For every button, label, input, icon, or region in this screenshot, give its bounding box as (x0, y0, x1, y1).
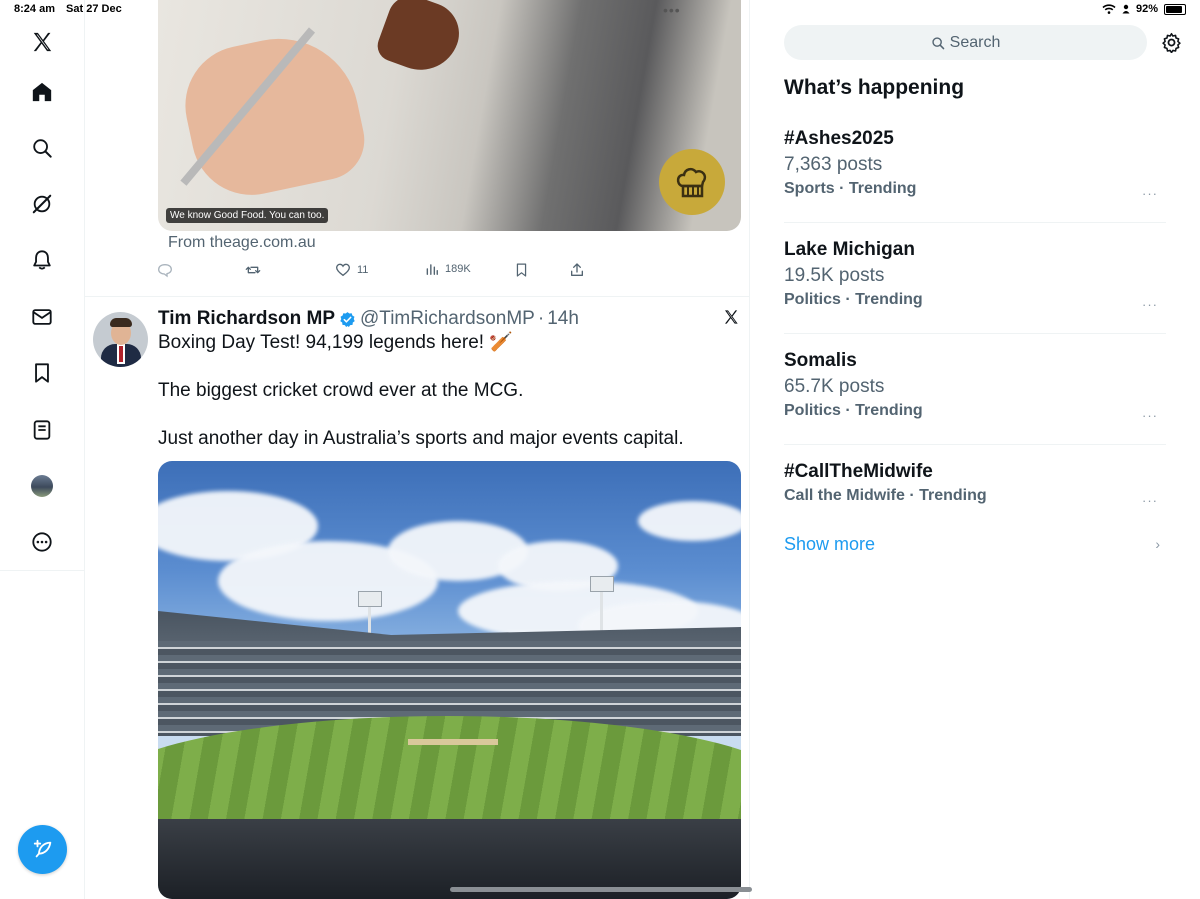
trend-divider (784, 444, 1166, 445)
trend-meta: Sports · Trending (784, 180, 917, 197)
trend-more-icon[interactable]: ··· (1142, 408, 1158, 423)
heart-icon (335, 263, 351, 277)
trend-item[interactable]: Lake Michigan 19.5K posts Politics · Tre… (784, 239, 1166, 312)
post-actions: 11 189K (157, 262, 597, 282)
post-divider (85, 296, 749, 297)
like-button[interactable]: 11 (335, 262, 368, 278)
battery-icon (1164, 3, 1186, 15)
trend-more-icon[interactable]: ··· (1142, 186, 1158, 201)
trend-count: 7,363 posts (784, 154, 883, 175)
repost-icon (245, 266, 261, 274)
trend-count: 19.5K posts (784, 265, 885, 286)
home-icon[interactable] (22, 72, 62, 112)
post-image-stadium[interactable] (158, 461, 741, 899)
bookmark-icon (516, 263, 527, 277)
post-text-line: The biggest cricket crowd ever at the MC… (158, 380, 524, 401)
notifications-bell-icon[interactable] (22, 240, 62, 280)
settings-gear-icon[interactable] (1161, 32, 1182, 58)
chevron-right-icon: › (1155, 536, 1160, 552)
compose-post-button[interactable] (18, 825, 67, 874)
profile-avatar-icon[interactable] (22, 466, 62, 506)
share-upload-icon (571, 263, 583, 276)
bookmark-button[interactable] (514, 262, 529, 278)
x-close-icon[interactable] (723, 309, 739, 330)
timeline[interactable]: ••• We know Good Food. You can too. From… (85, 0, 750, 899)
grok-icon[interactable] (22, 184, 62, 224)
reply-icon (157, 263, 173, 278)
search-placeholder: Search (949, 33, 1001, 51)
header-separator: · (537, 308, 545, 329)
author-name[interactable]: Tim Richardson MP (158, 308, 335, 330)
search-icon (931, 36, 944, 49)
image-caption: We know Good Food. You can too. (166, 208, 329, 223)
trend-item[interactable]: Somalis 65.7K posts Politics · Trending … (784, 350, 1166, 423)
author-avatar[interactable] (93, 312, 148, 367)
nav-divider (0, 570, 84, 571)
trend-item[interactable]: #Ashes2025 7,363 posts Sports · Trending… (784, 128, 1166, 201)
messages-mail-icon[interactable] (22, 297, 62, 337)
status-bar-right: 92% (1102, 3, 1186, 15)
share-button[interactable] (569, 262, 585, 278)
compose-feather-icon (33, 839, 51, 857)
trend-divider (784, 333, 1166, 334)
trend-title: Lake Michigan (784, 239, 915, 260)
author-handle[interactable]: @TimRichardsonMP (360, 308, 535, 330)
trend-more-icon[interactable]: ··· (1142, 493, 1158, 508)
view-count: 189K (445, 263, 471, 275)
search-bar[interactable]: Search (784, 25, 1147, 60)
search-icon[interactable] (22, 128, 62, 168)
reply-button[interactable] (157, 262, 173, 278)
analytics-bars-icon (426, 264, 438, 275)
bookmarks-icon[interactable] (22, 353, 62, 393)
wifi-icon (1102, 4, 1116, 14)
repost-button[interactable] (245, 262, 261, 278)
image-more-icon[interactable]: ••• (663, 2, 681, 18)
trend-meta: Call the Midwife · Trending (784, 487, 987, 504)
more-circle-icon[interactable] (22, 522, 62, 562)
side-nav (0, 0, 85, 899)
person-icon (1122, 4, 1130, 14)
post-text-line: Boxing Day Test! 94,199 legends here! 🏏 (158, 332, 513, 353)
trend-meta: Politics · Trending (784, 402, 923, 419)
trend-divider (784, 222, 1166, 223)
post-time[interactable]: 14h (547, 308, 579, 330)
trend-title: Somalis (784, 350, 857, 371)
show-more-label: Show more (784, 534, 876, 554)
post-header: Tim Richardson MP @TimRichardsonMP · 14h (158, 306, 579, 332)
trend-title: #CallTheMidwife (784, 461, 933, 482)
whats-happening-heading: What’s happening (784, 76, 965, 99)
trend-more-icon[interactable]: ··· (1142, 297, 1158, 312)
x-logo-icon[interactable] (22, 22, 62, 62)
chef-hat-logo-icon (659, 149, 725, 215)
battery-percent: 92% (1135, 3, 1158, 15)
trend-title: #Ashes2025 (784, 128, 894, 149)
trend-item[interactable]: #CallTheMidwife Call the Midwife · Trend… (784, 461, 1166, 508)
trend-meta: Politics · Trending (784, 291, 923, 308)
post-text-line: Just another day in Australia’s sports a… (158, 428, 684, 449)
verified-badge-icon[interactable] (339, 311, 356, 328)
link-card-image[interactable]: ••• We know Good Food. You can too. (158, 0, 741, 231)
trend-count: 65.7K posts (784, 376, 885, 397)
show-more-link[interactable]: Show more › (784, 534, 1166, 555)
post-text: Boxing Day Test! 94,199 legends here! 🏏 … (158, 331, 748, 475)
scroll-indicator[interactable] (450, 887, 752, 892)
link-card-source[interactable]: From theage.com.au (168, 234, 316, 252)
lists-icon[interactable] (22, 410, 62, 450)
views-button[interactable]: 189K (425, 262, 471, 276)
like-count: 11 (357, 264, 369, 276)
